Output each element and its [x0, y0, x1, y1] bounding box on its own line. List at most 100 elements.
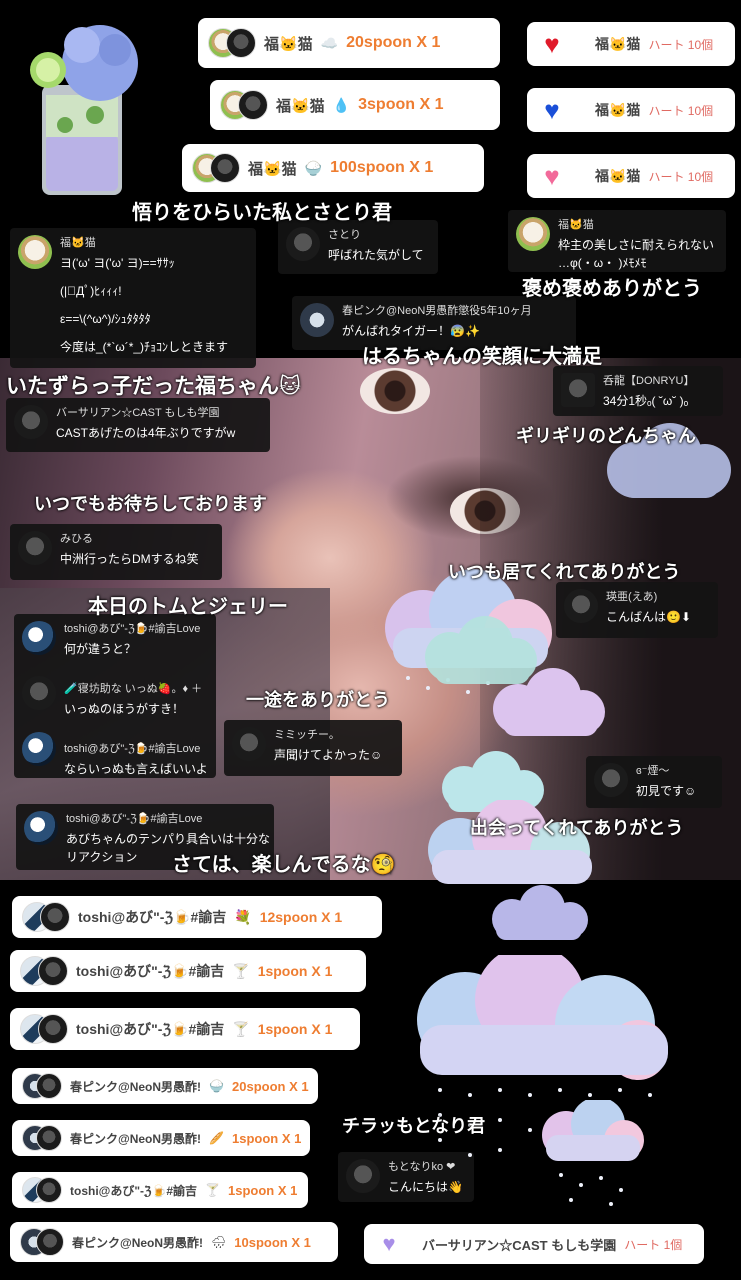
avatar — [594, 763, 628, 797]
comment-text: 中洲行ったらDMするね笑 — [60, 552, 199, 566]
gift-icon: ☁️ — [320, 34, 339, 51]
gift-amount: 3spoon X 1 — [358, 96, 444, 113]
gift-sender: toshi@あび"-ℨ🍺#諭吉 — [78, 909, 227, 925]
gift-icon: 💐 — [234, 908, 252, 925]
avatar — [564, 589, 598, 623]
heart-icon: ♥ — [544, 28, 560, 59]
heart-count: ハート 10個 — [648, 37, 714, 52]
gift-amount: 1spoon X 1 — [232, 1130, 302, 1146]
heart-card: ♥ 福🐱猫 ハート 10個 — [527, 88, 735, 132]
comment-author: toshi@あび"-ℨ🍺#諭吉Love — [64, 623, 201, 635]
gift-card: 福🐱猫 💧 3spoon X 1 — [210, 80, 500, 130]
caption: いつでもお待ちしております — [34, 494, 267, 515]
avatar — [516, 217, 550, 251]
heart-sender: バーサリアン☆CAST もしも学園 — [422, 1237, 617, 1253]
gift-card: toshi@あび"-ℨ🍺#諭吉 🍸 1spoon X 1 — [12, 1172, 308, 1208]
comment-author: ɞ⁻煙～ — [636, 765, 670, 777]
caption: ギリギリのどんちゃん — [516, 426, 696, 447]
comment-author: toshi@あび"-ℨ🍺#諭吉Love — [64, 743, 201, 755]
cloud-decoration-icon — [493, 668, 605, 736]
comment-bubble: バーサリアン☆CAST もしも学園 CASTあげたのは4年ぶりですがw — [6, 398, 270, 452]
gift-sender: 福🐱猫 — [248, 160, 297, 178]
gift-icon: 💧 — [332, 96, 351, 113]
comment-author: バーサリアン☆CAST もしも学園 — [56, 407, 220, 419]
heart-count: ハート 10個 — [648, 103, 714, 118]
gift-sender: 春ピンク@NeoN男愚酢! — [72, 1235, 204, 1250]
eye-left — [360, 368, 430, 414]
comment-author: toshi@あび"-ℨ🍺#諭吉Love — [66, 813, 203, 825]
comment-author: 春ピンク@NeoN男愚酢懲役5年10ヶ月 — [342, 305, 532, 317]
comment-text: 初見です☺ — [636, 784, 697, 798]
caption: さては、楽しんでるな🧐 — [172, 852, 396, 876]
caption: チラッもとなり君 — [342, 1116, 486, 1137]
avatar — [226, 28, 256, 58]
comment-bubble: 瑛亜(えあ) こんばんは🙂⬇ — [556, 582, 718, 638]
heart-count: ハート 10個 — [648, 169, 714, 184]
avatar — [22, 621, 56, 655]
avatar — [300, 303, 334, 337]
caption: 本日のトムとジェリー — [88, 594, 288, 618]
avatar — [36, 1228, 64, 1256]
gift-card: 福🐱猫 🍚 100spoon X 1 — [182, 144, 484, 192]
gift-amount: 10spoon X 1 — [234, 1234, 311, 1250]
comment-author: 福🐱猫 — [60, 237, 96, 249]
comment-author: みひる — [60, 533, 93, 545]
avatar — [232, 727, 266, 761]
heart-sender: 福🐱猫 — [595, 36, 641, 52]
comment-bubble: toshi@あび"-ℨ🍺#諭吉Love 何が違うと？ 🧪寝坊助な いっぬ🍓。♦ … — [14, 614, 216, 778]
avatar — [561, 373, 595, 407]
avatar — [36, 1125, 62, 1151]
gift-amount: 12spoon X 1 — [259, 909, 343, 925]
comment-bubble: 福🐱猫 枠主の美しさに耐えられない …φ(・ω・ )ﾒﾓﾒﾓ — [508, 210, 726, 272]
comment-bubble: 福🐱猫 ヨ('ω' ヨ('ω' ヨ)==ｻｻｯ (|ﾟДﾟ)ﾋｨｨｨ! ε==\… — [10, 228, 256, 368]
avatar — [36, 1073, 62, 1099]
heart-count: ハート 1個 — [624, 1237, 683, 1252]
comment-text: 呼ばれた気がして — [328, 248, 424, 262]
comment-text: いっぬのほうがすき！ — [64, 702, 185, 716]
caption: 悟りをひらいた私とさとり君 — [132, 200, 392, 224]
gift-card: toshi@あび"-ℨ🍺#諭吉 🍸 1spoon X 1 — [10, 1008, 360, 1050]
gift-card: 春ピンク@NeoN男愚酢! 🌧 10spoon X 1 — [10, 1222, 338, 1262]
comment-text: あびちゃんのテンパり具合いは十分な — [66, 832, 271, 846]
comment-text: 声聞けてよかった☺ — [274, 748, 383, 762]
comment-text: ε==\(^ω^)/ｼｭﾀﾀﾀﾀ — [60, 312, 151, 326]
gift-icon: 🍚 — [209, 1079, 224, 1093]
comment-text: 34分1秒ₒ( ˘ω˘ )ₒ — [603, 394, 689, 408]
comment-text: (|ﾟДﾟ)ﾋｨｨｨ! — [60, 284, 122, 298]
gift-card: 福🐱猫 ☁️ 20spoon X 1 — [198, 18, 500, 68]
gift-sender: toshi@あび"-ℨ🍺#諭吉 — [76, 963, 225, 979]
heart-card: ♥ 福🐱猫 ハート 10個 — [527, 154, 735, 198]
comment-bubble: ミミッチー。 声聞けてよかった☺ — [224, 720, 402, 776]
caption: はるちゃんの笑顔に大満足 — [362, 344, 602, 368]
avatar — [346, 1159, 380, 1193]
avatar — [40, 902, 70, 932]
comment-text: こんにちは👋 — [388, 1180, 463, 1194]
cloud-decoration-icon — [542, 1100, 644, 1206]
gift-icon: 🥖 — [209, 1131, 224, 1145]
gift-sender: 春ピンク@NeoN男愚酢! — [70, 1079, 202, 1094]
gift-card: 春ピンク@NeoN男愚酢! 🍚 20spoon X 1 — [12, 1068, 318, 1104]
avatar — [36, 1177, 62, 1203]
gift-card: 春ピンク@NeoN男愚酢! 🥖 1spoon X 1 — [12, 1120, 310, 1156]
comment-bubble: みひる 中洲行ったらDMするね笑 — [10, 524, 222, 580]
gift-amount: 1spoon X 1 — [257, 963, 333, 979]
gift-sender: toshi@あび"-ℨ🍺#諭吉 — [70, 1183, 198, 1198]
gift-amount: 1spoon X 1 — [257, 1021, 333, 1037]
comment-author: ミミッチー。 — [274, 729, 340, 741]
gift-amount: 20spoon X 1 — [232, 1078, 309, 1094]
gift-card: toshi@あび"-ℨ🍺#諭吉 🍸 1spoon X 1 — [10, 950, 366, 992]
comment-text: ならいっぬも言えばいいよ — [64, 762, 208, 776]
comment-author: 瑛亜(えあ) — [606, 591, 658, 603]
heart-card: ♥ 福🐱猫 ハート 10個 — [527, 22, 735, 66]
caption: 一途をありがとう — [246, 690, 390, 711]
gift-icon: 🍸 — [232, 962, 250, 979]
comment-text: …φ(・ω・ )ﾒﾓﾒﾓ — [558, 256, 647, 270]
heart-icon: ♥ — [544, 94, 560, 125]
comment-text: ヨ('ω' ヨ('ω' ヨ)==ｻｻｯ — [60, 256, 175, 270]
gift-icon: 🍚 — [304, 159, 323, 176]
gift-card: toshi@あび"-ℨ🍺#諭吉 💐 12spoon X 1 — [12, 896, 382, 938]
heart-sender: 福🐱猫 — [595, 102, 641, 118]
avatar — [38, 1014, 68, 1044]
comment-author: さとり — [328, 229, 361, 241]
caption: いつも居てくれてありがとう — [448, 562, 681, 583]
